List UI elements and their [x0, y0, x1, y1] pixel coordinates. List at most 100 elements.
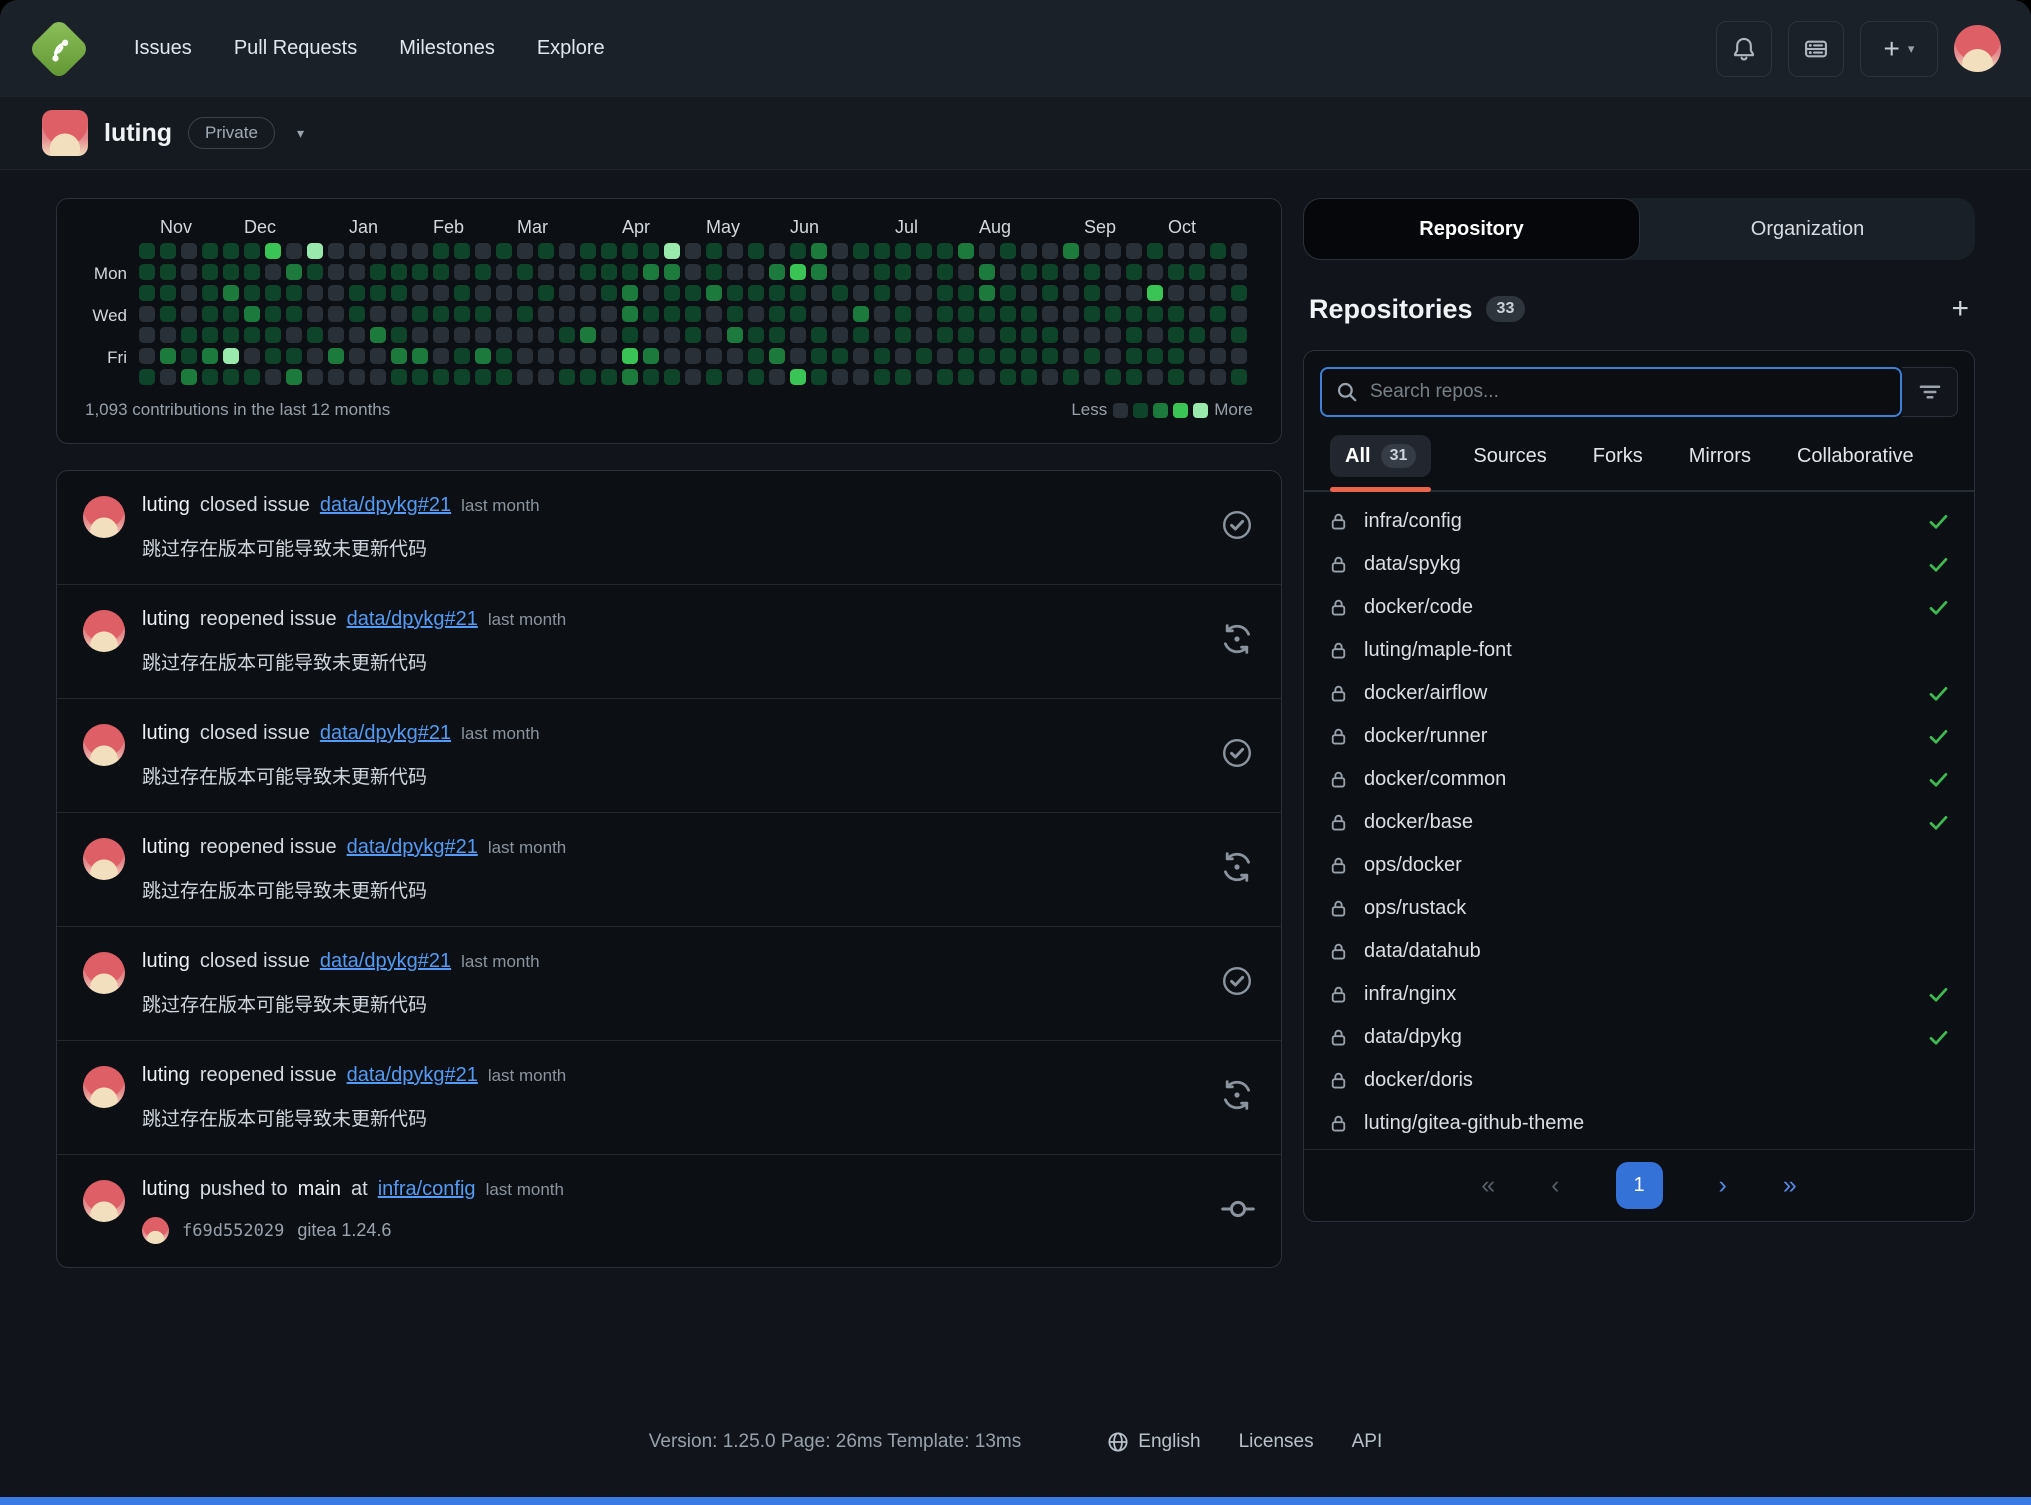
repo-name[interactable]: ops/rustack — [1364, 897, 1466, 920]
pagination-last-button[interactable]: » — [1783, 1173, 1797, 1198]
pagination-page-1-button[interactable]: 1 — [1616, 1162, 1663, 1209]
repo-name[interactable]: data/datahub — [1364, 940, 1481, 963]
profile-dropdown-caret-icon[interactable]: ▾ — [297, 125, 304, 142]
heatmap-cell — [1084, 306, 1100, 322]
repo-list-item[interactable]: ops/docker — [1304, 844, 1974, 887]
repo-list-item[interactable]: docker/runner — [1304, 715, 1974, 758]
feed-actor-avatar[interactable] — [83, 1066, 125, 1108]
heatmap-cell — [328, 306, 344, 322]
gitea-logo-icon[interactable] — [30, 20, 88, 78]
user-avatar[interactable] — [1954, 25, 2001, 72]
notifications-button[interactable] — [1716, 21, 1772, 77]
nav-item-pull-requests[interactable]: Pull Requests — [218, 25, 373, 72]
repo-name[interactable]: luting/maple-font — [1364, 639, 1512, 662]
heatmap-cell — [769, 369, 785, 385]
feed-segment-actor[interactable]: luting — [142, 608, 190, 631]
feed-segment-link[interactable]: infra/config — [378, 1178, 476, 1201]
add-repository-button[interactable]: + — [1951, 292, 1969, 326]
repo-filter-tab-all[interactable]: All 31 — [1330, 435, 1431, 490]
repo-list-item[interactable]: data/datahub — [1304, 930, 1974, 973]
feed-segment-link[interactable]: data/dpykg#21 — [347, 836, 478, 859]
heatmap-legend: Less More — [1071, 400, 1253, 420]
feed-segment-actor[interactable]: luting — [142, 1178, 190, 1201]
heatmap-cell — [853, 327, 869, 343]
pagination-next-button[interactable]: › — [1719, 1173, 1727, 1198]
repo-name[interactable]: data/dpykg — [1364, 1026, 1462, 1049]
repo-name[interactable]: data/spykg — [1364, 553, 1461, 576]
repo-list-item[interactable]: luting/maple-font — [1304, 629, 1974, 672]
pagination-prev-button[interactable]: ‹ — [1551, 1173, 1559, 1198]
feed-segment-actor[interactable]: luting — [142, 494, 190, 517]
feed-actor-avatar[interactable] — [83, 838, 125, 880]
repo-list-item[interactable]: data/spykg — [1304, 543, 1974, 586]
feed-segment-actor[interactable]: luting — [142, 1064, 190, 1087]
feed-segment-link[interactable]: data/dpykg#21 — [320, 950, 451, 973]
repo-list-item[interactable]: luting/gitea-github-theme — [1304, 1102, 1974, 1145]
api-link[interactable]: API — [1352, 1431, 1383, 1453]
feed-segment-link[interactable]: data/dpykg#21 — [320, 722, 451, 745]
feed-item: lutingclosed issuedata/dpykg#21last mont… — [57, 926, 1281, 1040]
language-selector[interactable]: English — [1107, 1431, 1200, 1453]
repo-name[interactable]: docker/runner — [1364, 725, 1487, 748]
repo-filter-button[interactable] — [1902, 367, 1958, 417]
pagination-first-button[interactable]: « — [1481, 1173, 1495, 1198]
repo-name[interactable]: luting/gitea-github-theme — [1364, 1112, 1584, 1135]
repo-list-item[interactable]: docker/code — [1304, 586, 1974, 629]
feed-segment-link[interactable]: data/dpykg#21 — [347, 608, 478, 631]
heatmap-month-label: Aug — [979, 217, 1011, 238]
nav-item-issues[interactable]: Issues — [118, 25, 208, 72]
repo-name[interactable]: docker/airflow — [1364, 682, 1487, 705]
repo-name[interactable]: docker/common — [1364, 768, 1506, 791]
profile-username[interactable]: luting — [104, 119, 172, 148]
feed-actor-avatar[interactable] — [83, 496, 125, 538]
repo-filter-tab-mirrors[interactable]: Mirrors — [1685, 436, 1755, 490]
licenses-link[interactable]: Licenses — [1239, 1431, 1314, 1453]
repo-name[interactable]: infra/nginx — [1364, 983, 1456, 1006]
nav-item-explore[interactable]: Explore — [521, 25, 621, 72]
repo-list-item[interactable]: infra/config — [1304, 500, 1974, 543]
heatmap-cell — [727, 285, 743, 301]
profile-avatar[interactable] — [42, 110, 88, 156]
repo-list-item[interactable]: docker/airflow — [1304, 672, 1974, 715]
feed-actor-avatar[interactable] — [83, 952, 125, 994]
feed-actor-avatar[interactable] — [83, 610, 125, 652]
repo-name[interactable]: docker/code — [1364, 596, 1473, 619]
heatmap-cell — [391, 243, 407, 259]
repo-list-item[interactable]: data/dpykg — [1304, 1016, 1974, 1059]
feed-actor-avatar[interactable] — [83, 724, 125, 766]
repo-search-input[interactable] — [1370, 381, 1886, 403]
repo-list-item[interactable]: infra/nginx — [1304, 973, 1974, 1016]
heatmap-cell — [874, 264, 890, 280]
feed-segment-actor[interactable]: luting — [142, 950, 190, 973]
tab-repository[interactable]: Repository — [1303, 198, 1640, 260]
repo-filter-tab-forks[interactable]: Forks — [1589, 436, 1647, 490]
repo-name[interactable]: ops/docker — [1364, 854, 1462, 877]
heatmap-cell — [1021, 369, 1037, 385]
admin-panel-button[interactable] — [1788, 21, 1844, 77]
repo-list-item[interactable]: docker/common — [1304, 758, 1974, 801]
language-label: English — [1138, 1431, 1200, 1453]
commit-sha-link[interactable]: f69d552029 — [182, 1221, 284, 1241]
repo-name[interactable]: infra/config — [1364, 510, 1462, 533]
heatmap-cell — [832, 243, 848, 259]
tab-organization[interactable]: Organization — [1640, 198, 1975, 260]
repo-list-item[interactable]: docker/doris — [1304, 1059, 1974, 1102]
heatmap-cell — [916, 327, 932, 343]
feed-segment-actor[interactable]: luting — [142, 836, 190, 859]
nav-item-milestones[interactable]: Milestones — [383, 25, 511, 72]
repo-name[interactable]: docker/doris — [1364, 1069, 1473, 1092]
create-new-button[interactable]: + ▾ — [1860, 21, 1938, 77]
heatmap-month-label: Jun — [790, 217, 819, 238]
nav-menu: Issues Pull Requests Milestones Explore — [118, 25, 621, 72]
heatmap-cell — [601, 327, 617, 343]
repo-filter-tab-sources[interactable]: Sources — [1469, 436, 1550, 490]
feed-actor-avatar[interactable] — [83, 1180, 125, 1222]
feed-segment-link[interactable]: data/dpykg#21 — [347, 1064, 478, 1087]
feed-segment-actor[interactable]: luting — [142, 722, 190, 745]
repo-name[interactable]: docker/base — [1364, 811, 1473, 834]
repo-list-item[interactable]: ops/rustack — [1304, 887, 1974, 930]
heatmap-cell — [475, 264, 491, 280]
repo-filter-tab-collaborative[interactable]: Collaborative — [1793, 436, 1918, 490]
repo-list-item[interactable]: docker/base — [1304, 801, 1974, 844]
feed-segment-link[interactable]: data/dpykg#21 — [320, 494, 451, 517]
